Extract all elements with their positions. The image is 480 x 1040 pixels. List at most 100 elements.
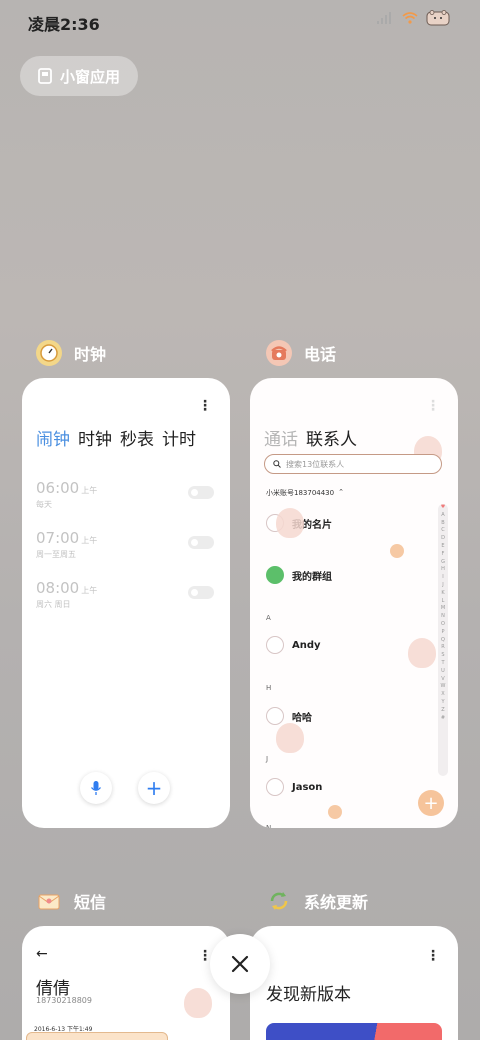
alphabet-index-letter[interactable]: T <box>441 660 444 668</box>
clock-recent-card[interactable]: ⋮ 闹钟 时钟 秒表 计时 06:00 上午 每天 07:00 上午 周一至周五 0… <box>22 378 230 828</box>
floating-window-button[interactable]: 小窗应用 <box>20 56 138 96</box>
clock-app-name: 时钟 <box>74 345 107 364</box>
alphabet-index-letter[interactable]: L <box>442 598 445 606</box>
contact-row[interactable]: Jason <box>266 778 322 796</box>
alarm-toggle[interactable] <box>188 586 214 599</box>
my-group-label: 我的群组 <box>292 571 332 583</box>
phone-tabs: 通话 联系人 <box>264 425 357 450</box>
alphabet-index-letter[interactable]: R <box>441 644 444 652</box>
alarm-time: 08:00 <box>36 579 80 597</box>
search-icon <box>273 460 281 468</box>
alphabet-index-letter[interactable]: K <box>441 590 444 598</box>
bear-sticker <box>276 508 304 538</box>
wifi-icon <box>402 12 418 24</box>
tab-contacts[interactable]: 联系人 <box>306 425 357 450</box>
sms-recent-card[interactable]: ← ⋮ 倩倩 18730218809 2016-6-13 下午1:49 <box>22 926 230 1040</box>
alphabet-index-letter[interactable]: V <box>441 676 444 684</box>
voice-alarm-button[interactable] <box>80 772 112 804</box>
alphabet-index-letter[interactable]: D <box>441 535 445 543</box>
alphabet-index-letter[interactable]: X <box>441 691 444 699</box>
alphabet-index-letter[interactable]: C <box>441 527 445 535</box>
tab-timer[interactable]: 计时 <box>162 425 196 450</box>
sms-app-header: 短信 <box>36 888 106 914</box>
alarm-repeat: 周六 周日 <box>36 600 71 609</box>
alphabet-index-letter[interactable]: J <box>442 582 443 590</box>
alarm-ampm: 上午 <box>81 536 98 545</box>
chevron-updown-icon: ⌃ <box>338 488 344 496</box>
update-recent-card[interactable]: ⋮ 发现新版本 <box>250 926 458 1040</box>
my-group-row[interactable]: 我的群组 <box>266 566 332 584</box>
alphabet-index-letter[interactable]: F <box>442 551 445 559</box>
alphabet-index-letter[interactable]: Q <box>441 637 445 645</box>
contact-name: 哈哈 <box>292 712 312 724</box>
alarm-item[interactable]: 06:00 上午 每天 <box>36 478 230 528</box>
tab-stopwatch[interactable]: 秒表 <box>120 425 154 450</box>
phone-app-name: 电话 <box>304 345 337 364</box>
clock-tabs: 闹钟 时钟 秒表 计时 <box>36 425 196 450</box>
alphabet-index-letter[interactable]: O <box>441 621 445 629</box>
alphabet-index-letter[interactable]: B <box>441 520 444 528</box>
more-options-icon[interactable]: ⋮ <box>198 398 212 414</box>
battery-bear-icon <box>426 10 450 26</box>
tab-clock[interactable]: 时钟 <box>78 425 112 450</box>
add-contact-button[interactable]: + <box>418 790 444 816</box>
update-app-name: 系统更新 <box>304 893 369 912</box>
avatar <box>266 778 284 796</box>
search-placeholder: 搜索13位联系人 <box>286 459 345 469</box>
alarm-toggle[interactable] <box>188 536 214 549</box>
alarm-toggle[interactable] <box>188 486 214 499</box>
status-bar: 凌晨2:36 <box>0 0 480 44</box>
alphabet-index-letter[interactable]: I <box>442 574 443 582</box>
more-options-icon[interactable]: ⋮ <box>426 948 440 964</box>
section-letter: A <box>266 614 271 622</box>
alphabet-index-letter[interactable]: M <box>441 605 445 613</box>
alphabet-index-letter[interactable]: N <box>441 613 445 621</box>
contact-row[interactable]: Andy <box>266 636 321 654</box>
alphabet-index-letter[interactable]: G <box>441 559 445 567</box>
phone-recent-card[interactable]: ⋮ 通话 联系人 搜索13位联系人 小米账号183704430 ⌃ 我的名片 我… <box>250 378 458 828</box>
alarm-time: 06:00 <box>36 479 80 497</box>
update-app-icon <box>266 888 292 914</box>
clear-all-button[interactable] <box>210 934 270 994</box>
phone-app-header: 电话 <box>266 340 336 366</box>
tab-calls[interactable]: 通话 <box>264 425 298 450</box>
alphabet-index-letter[interactable]: S <box>441 652 444 660</box>
add-alarm-button[interactable]: + <box>138 772 170 804</box>
alarm-item[interactable]: 08:00 上午 周六 周日 <box>36 578 230 628</box>
more-options-icon[interactable]: ⋮ <box>426 398 440 414</box>
alarm-item[interactable]: 07:00 上午 周一至周五 <box>36 528 230 578</box>
alphabet-index-letter[interactable]: P <box>441 629 444 637</box>
alphabet-index-bar[interactable]: ♥ A B C D E F G H I J K L M N O P Q R S T U V W X Y Z # <box>438 504 448 776</box>
alphabet-index-letter[interactable]: U <box>441 668 445 676</box>
sms-app-icon <box>36 888 62 914</box>
plus-icon: + <box>145 776 163 800</box>
status-icons <box>376 10 450 26</box>
alphabet-index-letter[interactable]: # <box>441 715 445 723</box>
peach-sticker <box>328 805 342 819</box>
window-icon <box>38 68 52 84</box>
message-bubble <box>26 1032 168 1040</box>
alphabet-index-letter[interactable]: H <box>441 566 445 574</box>
alphabet-index-letter[interactable]: Y <box>441 699 444 707</box>
alarm-ampm: 上午 <box>81 586 98 595</box>
account-selector[interactable]: 小米账号183704430 ⌃ <box>266 488 344 498</box>
bear-sticker <box>184 988 212 1018</box>
status-time: 凌晨2:36 <box>28 15 100 34</box>
alarm-repeat: 每天 <box>36 500 52 509</box>
plus-icon: + <box>423 792 439 814</box>
clock-app-icon <box>36 340 62 366</box>
phone-app-icon <box>266 340 292 366</box>
group-icon <box>266 566 284 584</box>
alphabet-index-letter[interactable]: Z <box>441 707 444 715</box>
alarm-time: 07:00 <box>36 529 80 547</box>
alphabet-index-letter[interactable]: ♥ <box>441 504 445 512</box>
back-arrow-icon[interactable]: ← <box>36 946 48 962</box>
alphabet-index-letter[interactable]: E <box>441 543 444 551</box>
contact-search-input[interactable]: 搜索13位联系人 <box>264 454 442 474</box>
floating-window-label: 小窗应用 <box>60 67 121 86</box>
alphabet-index-letter[interactable]: A <box>441 512 444 520</box>
alphabet-index-letter[interactable]: W <box>441 683 446 691</box>
alarm-ampm: 上午 <box>81 486 98 495</box>
tab-alarm[interactable]: 闹钟 <box>36 425 70 450</box>
microphone-icon <box>90 781 102 795</box>
